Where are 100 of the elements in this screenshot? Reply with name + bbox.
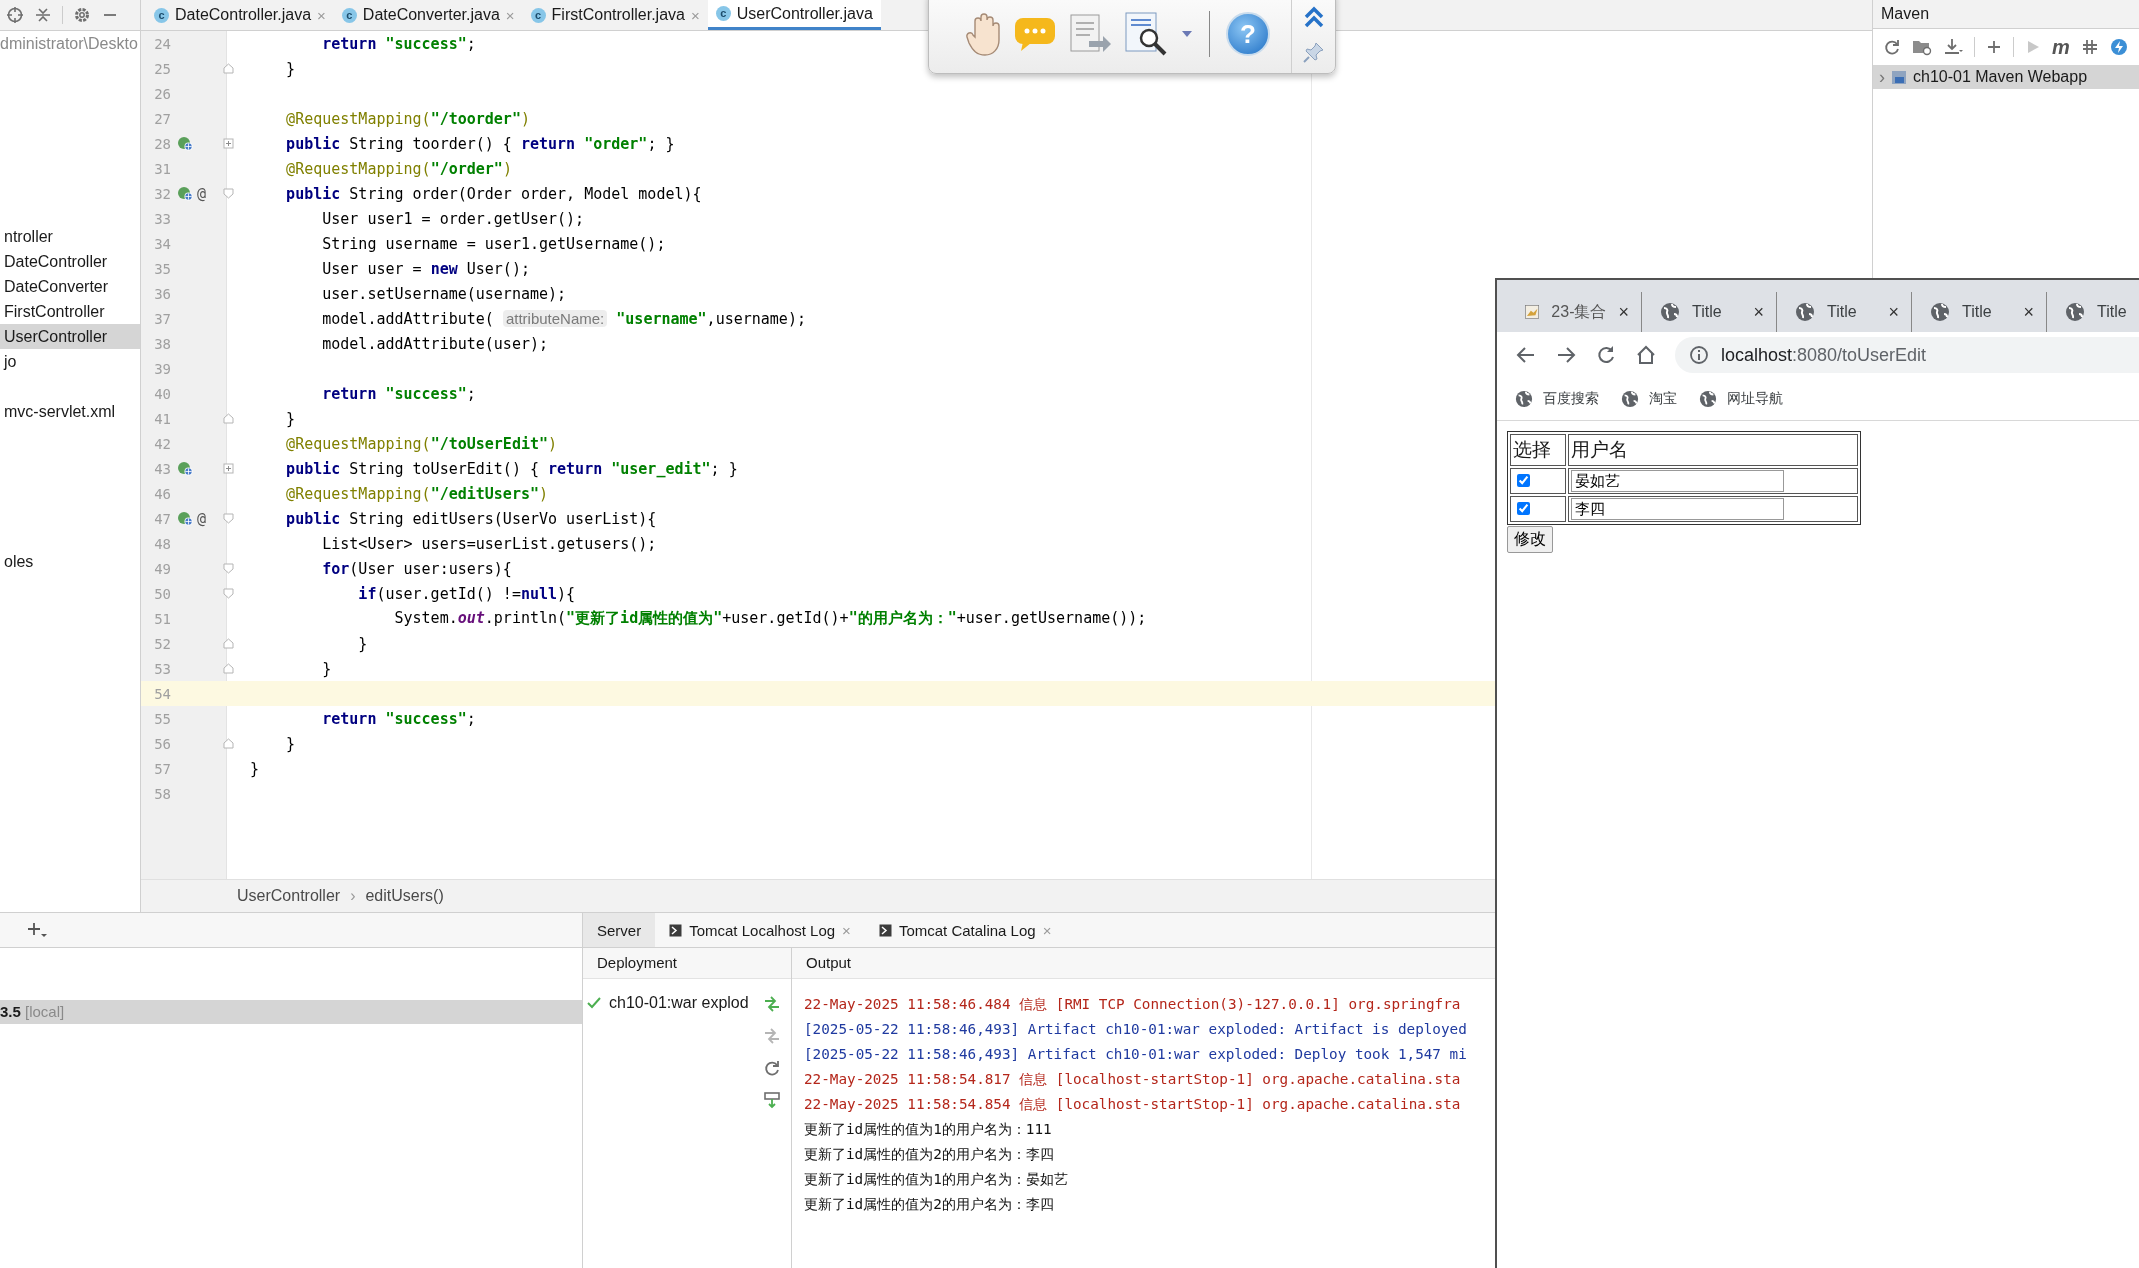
select-checkbox[interactable] [1517,502,1530,515]
code-line: public String editUsers(UserVo userList){ [285,509,657,528]
line-number: 27 [153,110,171,127]
code-line: model.addAttribute(user); [321,334,548,353]
project-tree-item[interactable]: DateConverter [0,274,140,299]
line-number: 43 [153,460,171,477]
code-line: @RequestMapping("/order") [285,159,512,178]
refresh-icon[interactable] [763,1059,781,1077]
browser-tab[interactable]: 23-集合 × [1519,292,1642,332]
console-line: 更新了id属性的值为2的用户名为：李四 [804,1145,1055,1164]
collapse-icon[interactable] [34,6,52,24]
line-number: 48 [153,535,171,552]
at-marker[interactable]: @ [197,509,207,528]
breadcrumb[interactable]: UserController [237,887,341,905]
web-globe-icon[interactable] [177,135,194,152]
line-number: 53 [153,660,171,677]
web-globe-icon[interactable] [177,510,194,527]
username-field[interactable]: 李四 [1571,498,1784,520]
server-tab[interactable]: Tomcat Catalina Log × [864,913,1066,947]
project-tree-item[interactable]: mvc-servlet.xml [0,399,140,424]
project-tree-item[interactable]: ntroller [0,224,140,249]
web-globe-icon[interactable] [177,185,194,202]
bookmark[interactable]: 网址导航 [1699,390,1783,408]
deployment-item[interactable]: ch10-01:war explod [583,991,757,1015]
address-field[interactable]: localhost:8080/toUserEdit [1675,337,2139,373]
code-line: User user1 = order.getUser(); [321,209,585,228]
line-number: 36 [153,285,171,302]
maven-goal-button[interactable]: m [2052,35,2070,59]
console-line: 22-May-2025 11:58:54.817 信息 [localhost-startStop-1] org.apache.catalina.sta [804,1070,1462,1089]
expand-icon[interactable] [223,463,234,474]
server-tab[interactable]: Tomcat Localhost Log × [655,913,865,947]
module-icon [1891,69,1907,85]
project-tree-item[interactable]: UserController [0,324,140,349]
project-tree-item[interactable]: jo [0,349,140,374]
reload-icon[interactable] [1595,344,1617,366]
download-icon[interactable] [1943,38,1963,56]
console-line: 更新了id属性的值为2的用户名为：李四 [804,1195,1055,1214]
redeploy-icon[interactable] [763,995,781,1013]
editor-tab[interactable]: c UserController.java [707,0,881,30]
line-number: 46 [153,485,171,502]
project-path: dministrator\Deskto [0,34,139,54]
info-icon[interactable] [1689,345,1709,365]
code-line: public String toorder() { return "order"; } [285,134,675,153]
project-tree-item[interactable]: FirstController [0,299,140,324]
browser-tab[interactable]: Title [2059,292,2139,332]
code-line: return "success"; [321,384,476,403]
browser-tab[interactable]: Title × [1654,292,1777,332]
code-line: System.out.println("更新了id属性的值为"+user.getId()+"的用户名为："+user.getUsername()); [393,609,1147,628]
bookmark[interactable]: 淘宝 [1621,390,1677,408]
project-tree-item[interactable]: oles [0,549,140,574]
select-checkbox[interactable] [1517,474,1530,487]
globe-icon [1699,390,1717,408]
line-number: 39 [153,360,171,377]
code-line: } [321,659,332,678]
globe-icon [1660,302,1680,322]
line-number: 54 [153,685,171,702]
line-number: 38 [153,335,171,352]
expand-icon[interactable] [223,138,234,149]
editor-tab[interactable]: c FirstController.java × [522,0,708,30]
editor-tab[interactable]: c DateConverter.java × [333,0,523,30]
breadcrumb[interactable]: editUsers() [365,887,444,905]
column-header: Deployment [583,948,791,979]
table-header-cell: 用户名 [1568,434,1858,466]
console-line: 更新了id属性的值为1的用户名为：晏如艺 [804,1170,1069,1189]
toggle-offline-icon[interactable] [2080,38,2099,56]
code-line: User user = new User(); [321,259,530,278]
line-number: 37 [153,310,171,327]
globe-icon [1795,302,1815,322]
browser-tab[interactable]: Title × [1789,292,1912,332]
line-number: 56 [153,735,171,752]
undeploy-icon[interactable] [763,1027,781,1045]
bookmark[interactable]: 百度搜索 [1515,390,1599,408]
deploy-down-icon[interactable] [763,1091,781,1109]
settings-icon[interactable] [73,6,91,24]
maven-project-item[interactable]: › ch10-01 Maven Webapp [1873,65,2139,89]
lightning-icon[interactable] [2109,38,2128,56]
code-line: if(user.getId() !=null){ [357,584,576,603]
refresh-icon[interactable] [1883,38,1901,56]
line-number: 28 [153,135,171,152]
submit-button[interactable]: 修改 [1507,526,1553,553]
line-number: 26 [153,85,171,102]
username-field[interactable]: 晏如艺 [1571,470,1784,492]
code-line: model.addAttribute( attributeName: "username",username); [321,309,806,328]
plus-icon[interactable] [1986,39,2002,55]
line-number: 50 [153,585,171,602]
code-line: return "success"; [321,34,476,53]
web-globe-icon[interactable] [177,460,194,477]
project-tree-item[interactable]: DateController [0,249,140,274]
at-marker[interactable]: @ [197,184,207,203]
editor-tab[interactable]: c DateController.java × [146,0,334,30]
server-tab[interactable]: Server [583,913,656,947]
folder-icon[interactable] [1912,38,1932,56]
code-line: } [285,59,296,78]
target-icon[interactable] [6,6,24,24]
home-icon[interactable] [1635,344,1657,366]
hand-icon[interactable] [965,11,1003,57]
browser-tab[interactable]: Title × [1924,292,2047,332]
add-icon[interactable] [26,920,50,940]
server-tree-item[interactable]: 3.5 [local] [0,1000,582,1024]
console-line: 22-May-2025 11:58:54.854 信息 [localhost-startStop-1] org.apache.catalina.sta [804,1095,1462,1114]
